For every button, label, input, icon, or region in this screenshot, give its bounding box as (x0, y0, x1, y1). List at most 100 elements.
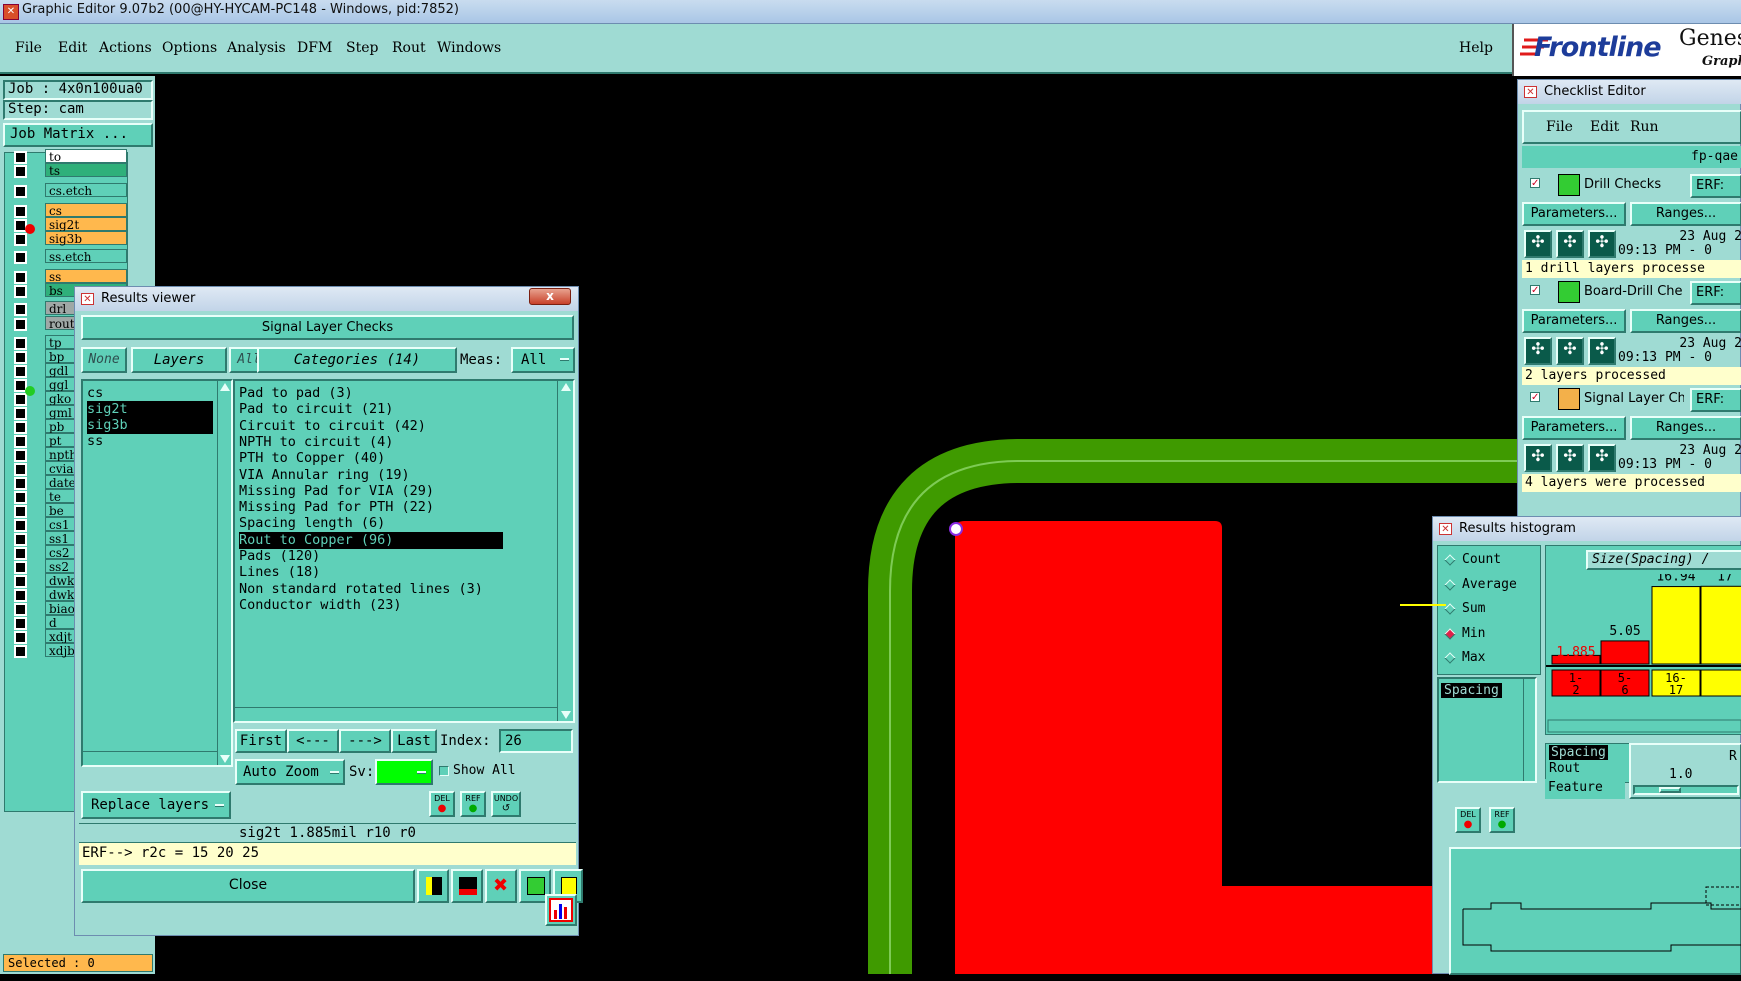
layer-name[interactable]: ss.etch (45, 249, 127, 264)
cl-item-name[interactable]: Drill Checks (1584, 177, 1684, 192)
hist-option-radio[interactable] (1444, 603, 1456, 615)
hist-list-item[interactable]: Spacing (1441, 683, 1502, 698)
cl-run-icon[interactable]: ✣ (1524, 337, 1552, 365)
layer-row[interactable]: cs.etch (11, 183, 129, 198)
rv-layer-item[interactable]: sig2t (87, 401, 213, 418)
rv-tool-3-button[interactable]: ✖ (485, 869, 517, 903)
layer-name[interactable]: to (45, 149, 127, 164)
layer-checkbox[interactable] (14, 165, 27, 178)
layer-row[interactable]: cs (11, 203, 129, 218)
menu-edit[interactable]: Edit (58, 40, 87, 56)
rv-category-item[interactable]: Missing Pad for VIA (29) (239, 483, 503, 500)
menu-windows[interactable]: Windows (437, 40, 501, 56)
rv-category-list[interactable]: Pad to pad (3) Pad to circuit (21) Circuit… (233, 379, 575, 723)
cl-item-parameters-button[interactable]: Parameters... (1522, 202, 1626, 226)
layer-name[interactable]: cs.etch (45, 183, 127, 198)
last-button[interactable]: Last (391, 729, 437, 753)
rv-category-item[interactable]: NPTH to circuit (4) (239, 434, 503, 451)
hist-option[interactable]: Average (1444, 577, 1540, 595)
rv-histogram-button[interactable] (545, 894, 577, 926)
hist-option-radio[interactable] (1444, 627, 1456, 640)
next-button[interactable]: ---> (339, 729, 391, 753)
job-matrix-button[interactable]: Job Matrix ... (3, 123, 153, 147)
layer-checkbox[interactable] (14, 303, 27, 316)
cl-item-name[interactable]: Signal Layer Ch (1584, 391, 1684, 406)
rv-category-item[interactable]: Circuit to circuit (42) (239, 418, 503, 435)
cl-item-erf[interactable]: ERF: (1690, 174, 1741, 198)
hist-bar[interactable] (1600, 640, 1650, 665)
cl-item-erf[interactable]: ERF: (1690, 388, 1741, 412)
hist-option-radio[interactable] (1444, 554, 1456, 566)
hist-bottom-item-1[interactable]: Rout (1549, 761, 1580, 776)
auto-zoom-dropdown[interactable]: Auto Zoom (235, 759, 345, 785)
cl-run-icon[interactable]: ✣ (1524, 230, 1552, 258)
menu-analysis[interactable]: Analysis (227, 40, 286, 56)
cl-menu-edit[interactable]: Edit (1590, 119, 1619, 135)
categories-button[interactable]: Categories (14) (257, 347, 457, 373)
rv-category-item[interactable]: Pads (120) (239, 548, 503, 565)
hist-bottom-item-0[interactable]: Spacing (1549, 745, 1608, 760)
replace-layers-dropdown[interactable]: Replace layers (81, 791, 231, 819)
layer-name[interactable]: ss (45, 269, 127, 284)
rv-close-button[interactable]: x (529, 288, 571, 305)
cl-item-parameters-button[interactable]: Parameters... (1522, 416, 1626, 440)
meas-dropdown[interactable]: All (511, 347, 575, 373)
sv-color-dropdown[interactable] (375, 759, 433, 785)
layer-row[interactable]: to (11, 149, 129, 164)
menu-step[interactable]: Step (346, 40, 378, 56)
cl-item-parameters-button[interactable]: Parameters... (1522, 309, 1626, 333)
cl-item-checkbox[interactable]: ✓ (1530, 285, 1540, 296)
menu-file[interactable]: File (15, 40, 42, 56)
hist-bottom-item-2[interactable]: Feature (1548, 780, 1603, 795)
hist-scale-slider-handle[interactable] (1659, 787, 1681, 793)
hist-chart-scrollbar[interactable] (1547, 719, 1741, 733)
hist-bar[interactable] (1651, 586, 1701, 665)
hist-list-scrollbar[interactable] (1523, 679, 1535, 781)
rv-tool-1-button[interactable] (417, 869, 449, 903)
cl-run-icon[interactable]: ✣ (1588, 230, 1616, 258)
hist-option-radio[interactable] (1444, 652, 1456, 664)
rv-category-scrollbar[interactable] (557, 381, 573, 721)
rv-tool-2-button[interactable] (451, 869, 483, 903)
rv-layer-hscrollbar[interactable] (83, 751, 217, 765)
prev-button[interactable]: <--- (287, 729, 339, 753)
rv-close-main-button[interactable]: Close (81, 869, 415, 903)
hist-bar[interactable] (1700, 585, 1741, 665)
rv-category-item[interactable]: Pad to pad (3) (239, 385, 503, 402)
hist-scale-slider[interactable] (1633, 785, 1739, 795)
rv-category-item[interactable]: Conductor width (23) (239, 597, 503, 614)
hist-option[interactable]: Sum (1444, 601, 1540, 619)
hist-option-radio[interactable] (1444, 578, 1456, 591)
hist-option[interactable]: Min (1444, 626, 1540, 644)
menu-actions[interactable]: Actions (99, 40, 152, 56)
layer-name[interactable]: sig2t (45, 217, 127, 232)
cl-run-icon[interactable]: ✣ (1556, 337, 1584, 365)
cl-item-ranges-button[interactable]: Ranges... (1630, 309, 1741, 333)
rv-category-item[interactable]: Lines (18) (239, 564, 503, 581)
rv-layer-list[interactable]: cs sig2t sig3b ss (81, 379, 233, 767)
layer-checkbox[interactable] (14, 645, 27, 658)
layer-name[interactable]: sig3b (45, 231, 127, 246)
rv-category-item[interactable]: Pad to circuit (21) (239, 401, 503, 418)
cl-run-icon[interactable]: ✣ (1556, 230, 1584, 258)
hist-bin-cell[interactable] (1700, 669, 1741, 697)
menu-options[interactable]: Options (162, 40, 217, 56)
rv-category-item[interactable]: Spacing length (6) (239, 515, 503, 532)
layers-button[interactable]: Layers (131, 347, 227, 373)
index-input[interactable] (499, 729, 573, 753)
cl-menu-run[interactable]: Run (1630, 119, 1659, 135)
rv-layer-item[interactable]: cs (87, 385, 213, 402)
layer-row[interactable]: ss (11, 269, 129, 284)
menu-help[interactable]: Help (1459, 40, 1493, 56)
layer-row[interactable]: ss.etch (11, 249, 129, 264)
cl-item-ranges-button[interactable]: Ranges... (1630, 202, 1741, 226)
rv-layer-item[interactable]: sig3b (87, 417, 213, 434)
cl-menu-file[interactable]: File (1546, 119, 1573, 135)
rv-layer-scrollbar[interactable] (217, 381, 231, 765)
hist-del-button[interactable]: DEL ● (1455, 807, 1481, 833)
rv-category-item[interactable]: Rout to Copper (96) (239, 531, 503, 549)
layer-name[interactable]: ts (45, 163, 127, 178)
show-all-checkbox[interactable] (439, 766, 449, 776)
cl-run-icon[interactable]: ✣ (1588, 337, 1616, 365)
layer-name[interactable]: cs (45, 203, 127, 218)
